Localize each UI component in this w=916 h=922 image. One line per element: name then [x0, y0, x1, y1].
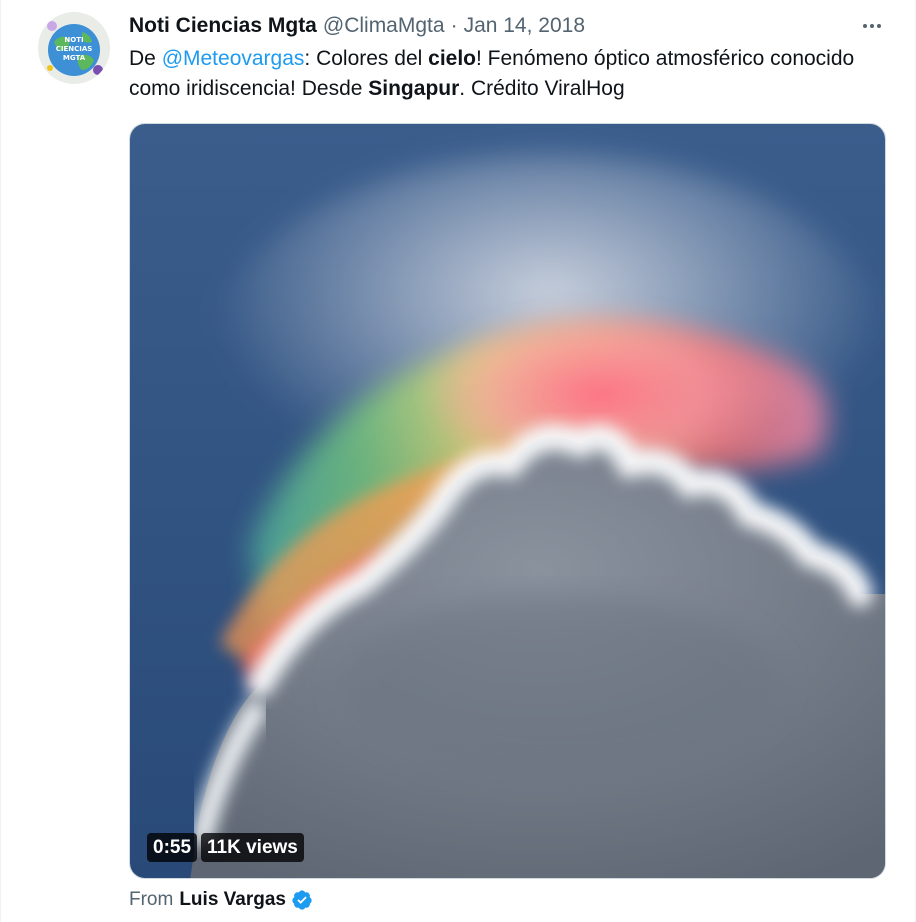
avatar-text-line: MGTA [63, 54, 86, 62]
tweet-text-segment: . Crédito ViralHog [459, 77, 625, 100]
tweet-text-segment: : Colores del [304, 47, 429, 70]
video-duration-badge: 0:55 [147, 833, 198, 862]
tweet-date[interactable]: Jan 14, 2018 [464, 14, 585, 38]
tweet-text-bold: Singapur [368, 77, 460, 100]
author-display-name[interactable]: Noti Ciencias Mgta [129, 14, 317, 38]
tweet-header: Noti Ciencias Mgta @ClimaMgta · Jan 14, … [129, 12, 585, 40]
header-separator: · [450, 14, 458, 37]
video-source-attribution: From Luis Vargas [129, 886, 313, 914]
video-views-badge: 11K views [201, 833, 304, 862]
tweet-text: De @Meteovargas: Colores del cielo! Fenó… [129, 44, 889, 104]
tweet-text-bold: cielo [428, 47, 476, 70]
more-options-button[interactable] [857, 14, 887, 38]
author-avatar[interactable]: NOTI CIENCIAS MGTA [38, 12, 110, 84]
source-name-link[interactable]: Luis Vargas [179, 889, 286, 911]
avatar-text-line: CIENCIAS [56, 45, 93, 53]
source-label: From [129, 889, 174, 910]
tweet-card[interactable]: NOTI CIENCIAS MGTA Noti Ciencias Mgta @C… [0, 0, 916, 922]
avatar-text-line: NOTI [64, 36, 83, 44]
verified-badge-icon [291, 889, 313, 911]
mention-link[interactable]: @Meteovargas [162, 47, 305, 70]
tweet-text-segment: De [129, 47, 162, 70]
video-player[interactable]: 0:55 11K views [129, 123, 886, 879]
more-horizontal-icon [863, 24, 881, 28]
video-badges: 0:55 11K views [147, 833, 304, 862]
author-handle[interactable]: @ClimaMgta [323, 14, 445, 38]
avatar-globe-icon: NOTI CIENCIAS MGTA [38, 12, 110, 84]
video-thumbnail [130, 124, 885, 878]
